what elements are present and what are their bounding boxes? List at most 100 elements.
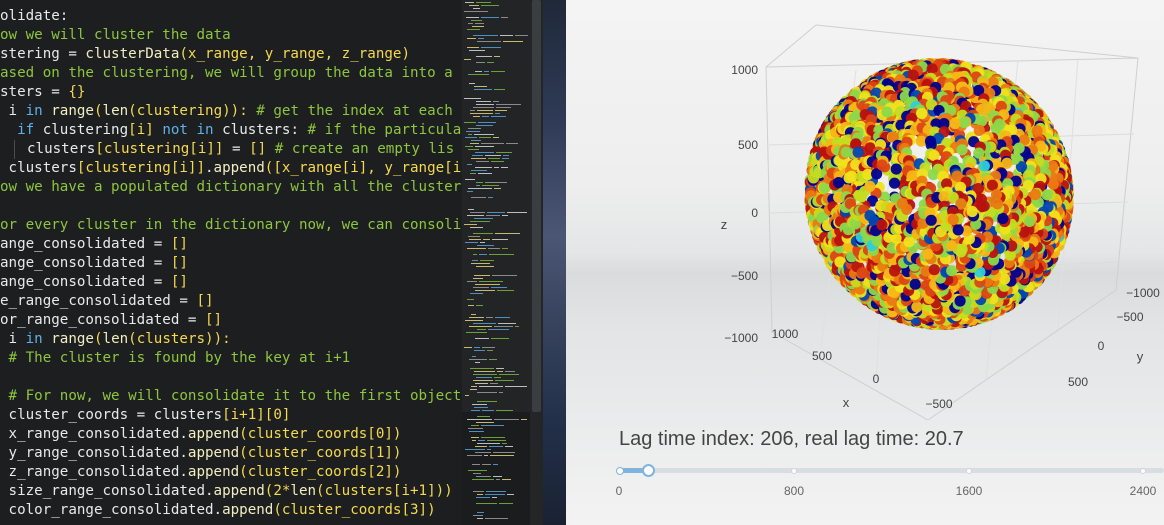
minimap[interactable] (462, 0, 530, 525)
code-line[interactable]: ow we have a populated dictionary with a… (0, 178, 462, 197)
slider-rail[interactable] (619, 468, 1164, 473)
z-tick-label: −1000 (724, 331, 758, 345)
box-edge (765, 24, 817, 68)
minimap-line (494, 377, 501, 378)
minimap-line (465, 2, 474, 3)
minimap-line (497, 290, 514, 291)
code-token: clustering (34, 122, 129, 138)
scatter-marker (966, 205, 978, 218)
slider-step-label: 1600 (955, 484, 983, 498)
code-line[interactable]: z_range_consolidated.append(cluster_coor… (0, 463, 462, 482)
minimap-line (468, 23, 473, 24)
code-line[interactable]: color_range_consolidated.append(cluster_… (0, 501, 462, 520)
minimap-line (492, 497, 497, 498)
minimap-line (477, 401, 497, 402)
minimap-line (498, 323, 516, 324)
minimap-line (468, 134, 472, 135)
code-line[interactable]: if clustering[i] not in clusters: # if t… (0, 121, 462, 140)
x-axis-title: x (843, 395, 850, 410)
code-line[interactable]: size_range_consolidated.append(2*len(clu… (0, 482, 462, 501)
code-line[interactable]: ange_consolidated = [] (0, 235, 462, 254)
code-token: or every cluster in the dictionary now, … (0, 217, 462, 233)
code-line[interactable]: # The cluster is found by the key at i+1 (0, 349, 462, 368)
scatter-marker (876, 159, 888, 171)
slider-handle[interactable] (641, 464, 655, 477)
code-line[interactable]: i in range(len(clustering)): # get the i… (0, 102, 462, 121)
scrollbar-thumb[interactable] (532, 0, 541, 412)
code-line[interactable] (0, 368, 462, 387)
x-tick-label: −500 (925, 397, 952, 411)
minimap-line (471, 263, 490, 264)
y-tick-label: 0 (1098, 339, 1105, 353)
minimap-line (489, 446, 503, 447)
code-line[interactable]: sters = {} (0, 83, 462, 102)
minimap-line (473, 116, 480, 117)
code-line[interactable]: olidate: (0, 7, 462, 26)
code-token: # if the particular (307, 122, 462, 138)
minimap-line (475, 146, 494, 147)
editor-scrollbar[interactable] (530, 0, 543, 525)
minimap-viewport[interactable] (462, 0, 530, 412)
minimap-line (473, 473, 481, 474)
code-line[interactable]: stering = clusterData(x_range, y_range, … (0, 45, 462, 64)
y-tick-label: 500 (1068, 375, 1088, 389)
code-line[interactable]: e_range_consolidated = [] (0, 292, 462, 311)
code-line[interactable]: y_range_consolidated.append(cluster_coor… (0, 444, 462, 463)
code-token: append (222, 502, 274, 518)
code-line[interactable]: x_range_consolidated.append(cluster_coor… (0, 425, 462, 444)
code-token: append (213, 483, 265, 499)
code-token: {} (68, 84, 86, 100)
code-line[interactable]: clusters[clustering[i]].append([x_range[… (0, 159, 462, 178)
minimap-line (467, 419, 492, 420)
code-line[interactable]: clusters[clustering[i]] = [] # create an… (0, 140, 462, 159)
plot-window[interactable]: 1000 500 0 −500 −1000 z 1000 500 0 −500 x −1000 −500… (566, 0, 1164, 525)
minimap-line (495, 380, 514, 381)
code-line[interactable]: cluster_coords = clusters[i+1][0] (0, 406, 462, 425)
code-line[interactable]: ange_consolidated = [] (0, 273, 462, 292)
code-line[interactable] (0, 197, 462, 216)
minimap-line (482, 116, 489, 117)
code-line[interactable]: ange_consolidated = [] (0, 254, 462, 273)
code-lines[interactable]: olidate: ow we will cluster the data steri… (0, 7, 462, 520)
minimap-line (478, 173, 492, 174)
minimap-line (476, 497, 490, 498)
minimap-line (464, 98, 481, 99)
code-line[interactable]: ased on the clustering, we will group th… (0, 64, 462, 83)
code-editor[interactable]: olidate: ow we will cluster the data steri… (0, 0, 462, 525)
minimap-line (465, 320, 483, 321)
minimap-line (481, 17, 499, 18)
minimap-line (471, 314, 476, 315)
minimap-line (487, 350, 493, 351)
minimap-line (482, 464, 491, 465)
minimap-line (476, 185, 480, 186)
3d-scatter-scene[interactable]: 1000 500 0 −500 −1000 z 1000 500 0 −500 x −1000 −500… (566, 0, 1164, 420)
code-line[interactable]: i in range(len(clusters)): (0, 330, 462, 349)
slider-step-label: 800 (783, 484, 805, 498)
minimap-line (499, 374, 519, 375)
minimap-line (484, 71, 489, 72)
code-line[interactable]: or every cluster in the dictionary now, … (0, 216, 462, 235)
minimap-line (475, 338, 489, 339)
code-token: len (290, 483, 317, 499)
scatter-marker (954, 295, 966, 307)
minimap-line (476, 266, 494, 267)
z-axis-title: z (721, 217, 728, 232)
minimap-line (499, 392, 503, 393)
code-token: (x_range, y_range, z_range) (179, 46, 411, 62)
code-line[interactable]: # For now, we will consolidate it to the… (0, 387, 462, 406)
slider-step-tick (1140, 468, 1146, 474)
code-line[interactable]: or_range_consolidated = [] (0, 311, 462, 330)
minimap-line (482, 347, 495, 348)
scatter-marker (864, 180, 876, 192)
minimap-line (487, 440, 506, 441)
minimap-line (467, 455, 482, 456)
code-token: (clustering) (128, 103, 231, 119)
scatter-marker (952, 224, 964, 236)
code-token: append (187, 464, 240, 480)
code-token: clusters (27, 141, 96, 157)
code-token: ): (213, 331, 231, 347)
code-line[interactable]: ow we will cluster the data (0, 26, 462, 45)
minimap-line (464, 347, 472, 348)
box-edge (815, 24, 1139, 59)
